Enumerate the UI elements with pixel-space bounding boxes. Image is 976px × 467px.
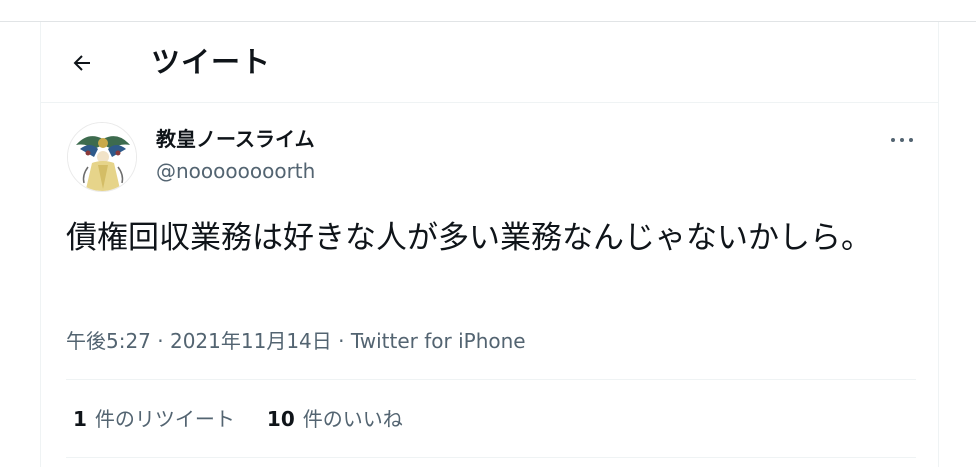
tweet-detail-column: ツイート 教皇ノースライム @noooooooorth 債権回収業務は好きな人が…	[40, 22, 939, 467]
back-button[interactable]	[67, 48, 97, 78]
likes-label: 件のいいね	[302, 407, 403, 431]
divider	[66, 379, 916, 380]
more-horizontal-icon	[909, 138, 913, 142]
author-handle[interactable]: @noooooooorth	[156, 158, 315, 184]
tweet-timestamp-source[interactable]: 午後5:27 · 2021年11月14日 · Twitter for iPhon…	[66, 327, 526, 355]
arrow-left-icon	[73, 55, 90, 71]
more-horizontal-icon	[900, 138, 904, 142]
author-display-name[interactable]: 教皇ノースライム	[156, 125, 315, 153]
avatar-illustration	[68, 123, 136, 191]
likes-stat[interactable]: 10 件のいいね	[267, 404, 403, 434]
retweets-count: 1	[73, 407, 87, 431]
more-horizontal-icon	[891, 138, 895, 142]
divider	[66, 457, 916, 458]
retweets-stat[interactable]: 1 件のリツイート	[73, 404, 235, 434]
tweet-stats: 1 件のリツイート 10 件のいいね	[73, 404, 403, 434]
tweet-text: 債権回収業務は好きな人が多い業務なんじゃないかしら。	[66, 220, 872, 256]
retweets-label: 件のリツイート	[94, 407, 235, 431]
page-title: ツイート	[151, 45, 272, 79]
likes-count: 10	[266, 407, 295, 431]
page-header: ツイート	[41, 22, 938, 103]
more-options-button[interactable]	[887, 130, 917, 150]
avatar[interactable]	[67, 122, 137, 192]
